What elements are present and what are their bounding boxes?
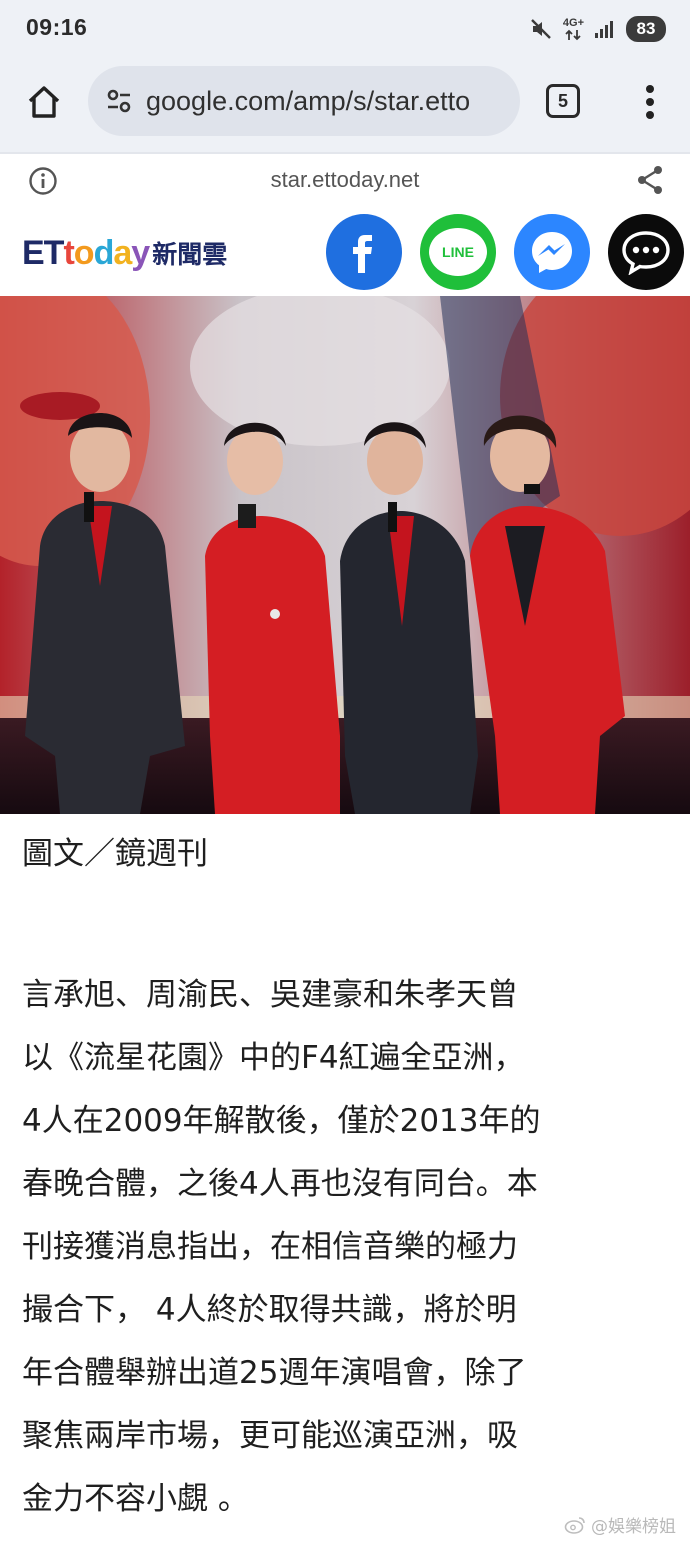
home-button[interactable] — [22, 80, 66, 124]
concert-photo — [0, 296, 690, 814]
photo-credit: 圖文／鏡週刊 — [22, 836, 208, 872]
article-line: 以《流星花園》中的F4紅遍全亞洲， — [22, 1040, 525, 1076]
ettoday-logo[interactable]: ET today 新聞雲 — [22, 228, 227, 278]
logo-letter: t — [63, 233, 74, 272]
status-time: 09:16 — [26, 14, 88, 40]
tabs-icon[interactable]: 5 — [546, 84, 580, 118]
site-settings-icon[interactable] — [106, 88, 132, 114]
share-icon[interactable] — [634, 164, 666, 196]
network-type: 4G+ — [562, 16, 584, 29]
messenger-icon — [532, 232, 572, 273]
browser-toolbar: google.com/amp/s/star.etto 5 — [0, 62, 690, 152]
article-body: 言承旭、周渝民、吳建豪和朱孝天曾 以《流星花園》中的F4紅遍全亞洲， 4人在20… — [22, 964, 682, 1531]
watermark-text: @娛樂榜姐 — [591, 1517, 676, 1537]
watermark: @娛樂榜姐 — [564, 1512, 676, 1537]
mute-icon — [531, 19, 551, 39]
logo-cn: 新聞雲 — [152, 240, 228, 269]
article-line: 撮合下， 4人終於取得共識，將於明 — [22, 1292, 517, 1328]
weibo-icon — [564, 1516, 585, 1534]
home-icon — [28, 86, 60, 118]
comment-button[interactable] — [608, 214, 684, 290]
battery-icon: 83 — [626, 16, 666, 42]
comment-icon — [622, 231, 670, 275]
logo-today: today — [63, 233, 150, 273]
line-label: LINE — [442, 244, 474, 260]
article-line: 言承旭、周渝民、吳建豪和朱孝天曾 — [22, 977, 518, 1013]
logo-letter: a — [113, 233, 132, 272]
more-vert-icon[interactable] — [636, 80, 664, 124]
data-arrows-icon — [565, 29, 582, 40]
logo-et: ET — [22, 233, 64, 272]
logo-letter: y — [131, 233, 150, 272]
amp-viewer-bar: star.ettoday.net — [0, 152, 690, 206]
logo-letter: o — [73, 233, 95, 272]
article-line: 刊接獲消息指出，在相信音樂的極力 — [22, 1229, 518, 1265]
article-line: 4人在2009年解散後，僅於2013年的 — [22, 1103, 541, 1139]
dots-glyph — [646, 85, 654, 119]
amp-host[interactable]: star.ettoday.net — [0, 167, 690, 193]
article-line: 聚焦兩岸市場，更可能巡演亞洲，吸 — [22, 1418, 518, 1454]
network-icon: 4G+ — [562, 16, 584, 41]
article-hero-image — [0, 296, 690, 814]
signal-icon — [595, 21, 613, 38]
line-share-button[interactable]: LINE — [420, 214, 496, 290]
article-line: 春晚合體，之後4人再也沒有同台。本 — [22, 1166, 538, 1202]
status-icons: 4G+ 83 — [529, 16, 666, 42]
logo-letter: d — [93, 233, 115, 272]
article-line: 年合體舉辦出道25週年演唱會，除了 — [22, 1355, 527, 1391]
facebook-icon — [353, 235, 372, 273]
url-text[interactable]: google.com/amp/s/star.etto — [146, 86, 470, 117]
line-icon: LINE — [429, 228, 487, 276]
site-header: ET today 新聞雲 LINE — [0, 208, 690, 296]
messenger-share-button[interactable] — [514, 214, 590, 290]
address-bar[interactable]: google.com/amp/s/star.etto — [88, 66, 520, 136]
status-bar: 09:16 4G+ 83 — [0, 0, 690, 62]
facebook-share-button[interactable] — [326, 214, 402, 290]
